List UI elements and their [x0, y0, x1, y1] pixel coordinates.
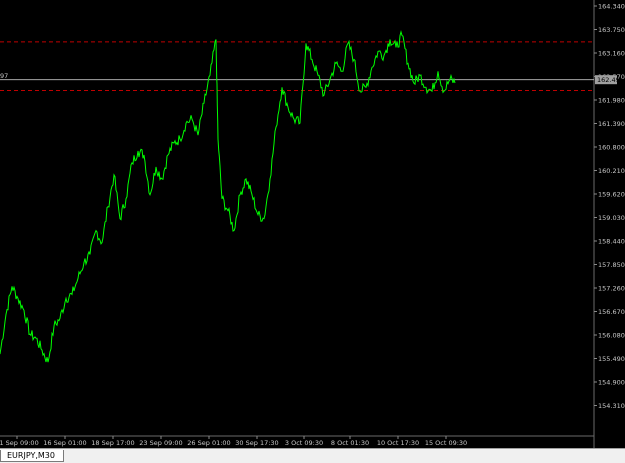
y-tick-label: 154.900 — [598, 378, 625, 386]
y-tick-label: 157.850 — [598, 261, 625, 269]
x-tick-label: 10 Oct 17:30 — [377, 439, 419, 447]
x-tick-label: 15 Oct 09:30 — [425, 439, 467, 447]
y-tick-label: 156.080 — [598, 331, 625, 339]
y-tick-label: 155.490 — [598, 355, 625, 363]
y-tick-label: 161.390 — [598, 120, 625, 128]
y-tick-label: 163.750 — [598, 26, 625, 34]
y-tick-label: 159.030 — [598, 214, 625, 222]
y-tick-label: 154.310 — [598, 402, 625, 410]
price-series-line — [0, 32, 455, 362]
x-tick-label: 26 Sep 01:00 — [187, 439, 230, 447]
x-tick-label: 3 Oct 09:30 — [285, 439, 323, 447]
y-tick-label: 160.210 — [598, 167, 625, 175]
chart-tab-bar: EURJPY,M30 — [0, 448, 625, 463]
x-tick-label: 23 Sep 09:00 — [139, 439, 182, 447]
left-hline-label: 97 — [0, 72, 8, 80]
x-tick-label: 11 Sep 09:00 — [0, 439, 39, 447]
x-tick-label: 8 Oct 01:30 — [331, 439, 369, 447]
y-tick-label: 156.670 — [598, 308, 625, 316]
y-tick-label: 164.340 — [598, 2, 625, 10]
current-price-label: 162.49 — [597, 76, 620, 84]
x-tick-label: 16 Sep 01:00 — [43, 439, 86, 447]
y-tick-label: 163.160 — [598, 49, 625, 57]
x-tick-label: 30 Sep 17:30 — [235, 439, 278, 447]
price-chart[interactable]: 164.340163.750163.160162.570161.980161.3… — [0, 0, 625, 448]
y-tick-label: 159.620 — [598, 190, 625, 198]
y-tick-label: 157.260 — [598, 284, 625, 292]
y-tick-label: 158.440 — [598, 237, 625, 245]
y-tick-label: 160.800 — [598, 143, 625, 151]
y-tick-label: 161.980 — [598, 96, 625, 104]
x-tick-label: 18 Sep 17:00 — [91, 439, 134, 447]
tab-eurjpy-m30[interactable]: EURJPY,M30 — [0, 450, 64, 462]
chart-canvas[interactable]: 164.340163.750163.160162.570161.980161.3… — [0, 0, 625, 448]
